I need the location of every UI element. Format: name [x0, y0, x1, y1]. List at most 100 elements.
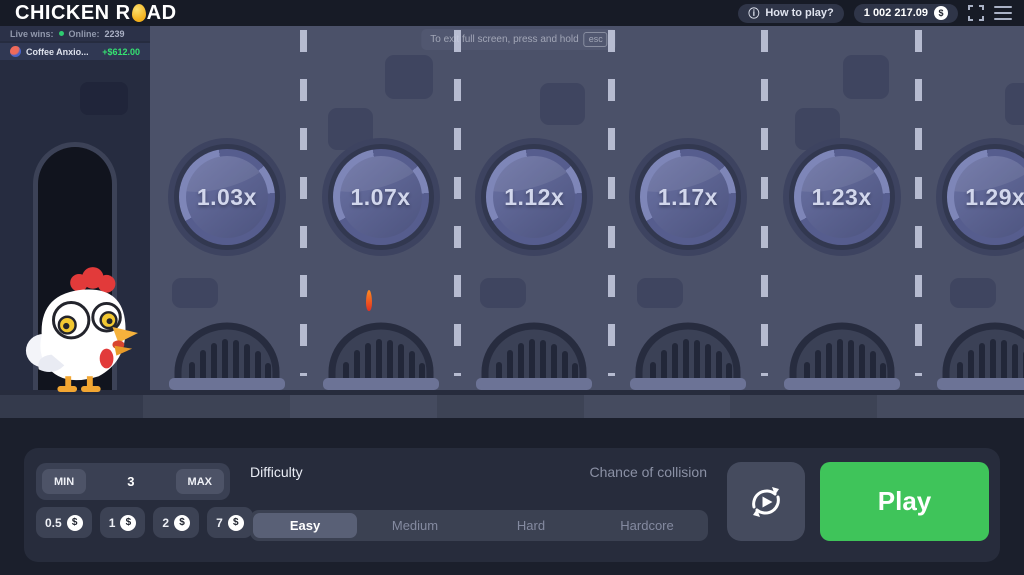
sidewalk-panel	[0, 395, 144, 418]
play-button[interactable]: Play	[820, 462, 989, 541]
online-label: Online:	[68, 28, 100, 39]
bet-amount-value[interactable]: 3	[127, 474, 134, 489]
difficulty-label: Difficulty	[250, 464, 303, 480]
live-win-list-item: Coffee Anxio... +$612.00	[0, 43, 150, 60]
autoplay-icon	[752, 486, 780, 517]
manhole-face: 1.12x	[493, 156, 576, 238]
info-icon: ⓘ	[748, 8, 760, 20]
online-dot-icon	[58, 31, 64, 36]
live-wins-label: Live wins:	[10, 28, 54, 39]
manhole-face: 1.17x	[646, 156, 729, 238]
manhole-ring: 1.03x	[178, 149, 275, 245]
manhole-ring: 1.29x	[947, 149, 1024, 245]
tab-easy[interactable]: Easy	[253, 513, 357, 538]
top-bar: CHICKEN R AD ⓘ How to play? 1 002 217.09 …	[0, 0, 1024, 26]
chicken-road-app: CHICKEN R AD ⓘ How to play? 1 002 217.09 …	[0, 0, 1024, 575]
difficulty-tabs: Easy Medium Hard Hardcore	[250, 510, 708, 541]
lane-1: 1.03x	[150, 26, 307, 390]
multiplier-manhole: 1.17x	[634, 144, 741, 250]
multiplier-value: 1.29x	[965, 183, 1024, 210]
lane-4: 1.17x	[611, 26, 768, 390]
balance-value: 1 002 217.09	[863, 7, 928, 19]
chip-button-1[interactable]: 1 $	[99, 507, 146, 538]
sidewalk-panel	[730, 395, 878, 418]
multiplier-manhole: 1.03x	[173, 144, 280, 250]
chip-label: 7	[216, 515, 223, 530]
multiplier-manhole: 1.07x	[327, 144, 434, 250]
sewer-grate	[322, 322, 439, 390]
manhole-face: 1.03x	[185, 156, 268, 238]
lane-5: 1.23x	[765, 26, 922, 390]
manhole-ring: 1.07x	[332, 149, 429, 245]
balance-display[interactable]: 1 002 217.09 $	[853, 3, 958, 23]
multiplier-manhole: 1.23x	[788, 144, 895, 250]
chip-button-7[interactable]: 7 $	[207, 507, 253, 538]
fullscreen-icon	[968, 5, 984, 21]
tab-hard[interactable]: Hard	[473, 513, 589, 538]
manhole-face: 1.29x	[954, 156, 1024, 238]
chip-label: 0.5	[45, 515, 62, 530]
menu-button[interactable]	[994, 6, 1012, 20]
sewer-grate	[629, 322, 746, 390]
lanes: 1.03x 1.07x 1.12x 1.17x 1.23x 1.29x	[150, 26, 1024, 390]
max-bet-button[interactable]: MAX	[175, 469, 224, 494]
top-bar-actions: ⓘ How to play? 1 002 217.09 $	[738, 3, 1012, 23]
autoplay-button[interactable]	[727, 462, 805, 541]
sewer-grate	[476, 322, 593, 390]
avatar	[10, 46, 21, 57]
lane-3: 1.12x	[457, 26, 615, 390]
chicken-character	[25, 267, 139, 392]
sidewalk-panel	[877, 395, 1024, 418]
logo-text-left: CHICKEN R	[15, 1, 131, 24]
bet-amount-box: MIN 3 MAX	[36, 463, 230, 500]
how-to-play-button[interactable]: ⓘ How to play?	[738, 3, 844, 23]
tab-medium[interactable]: Medium	[357, 513, 473, 538]
currency-coin-icon: $	[227, 514, 244, 531]
min-bet-button[interactable]: MIN	[42, 469, 87, 494]
sidewalk-panel	[583, 395, 731, 418]
sidewalk-panel	[436, 395, 584, 418]
currency-coin-icon: $	[66, 514, 83, 531]
live-wins-header: Live wins: Online: 2239	[0, 26, 150, 41]
fullscreen-button[interactable]	[968, 5, 984, 21]
game-road: To exit full screen, press and hold esc …	[150, 26, 1024, 390]
logo-text-right: AD	[146, 1, 177, 24]
sidewalk-panel	[143, 395, 291, 418]
egg-icon	[131, 4, 146, 22]
sewer-grate	[937, 322, 1024, 390]
manhole-ring: 1.12x	[486, 149, 583, 245]
multiplier-value: 1.23x	[811, 183, 872, 210]
menu-icon	[994, 6, 1012, 20]
chip-label: 2	[162, 515, 170, 530]
sidewalk-panel	[290, 395, 437, 418]
winner-amount: +$612.00	[102, 46, 140, 57]
multiplier-value: 1.17x	[657, 183, 718, 210]
chip-button-2[interactable]: 2 $	[153, 507, 200, 538]
tab-hardcore[interactable]: Hardcore	[589, 513, 705, 538]
multiplier-value: 1.07x	[350, 183, 411, 210]
chip-button-0.5[interactable]: 0.5 $	[36, 507, 92, 538]
manhole-ring: 1.23x	[793, 149, 890, 245]
lane-6: 1.29x	[918, 26, 1024, 390]
flame-decor	[366, 290, 372, 311]
multiplier-value: 1.12x	[504, 183, 565, 210]
multiplier-manhole: 1.29x	[942, 144, 1024, 250]
app-logo: CHICKEN R AD	[15, 2, 177, 25]
online-count: 2239	[104, 28, 125, 39]
sewer-grate	[168, 322, 285, 390]
control-panel: MIN 3 MAX 0.5 $ 1 $ 2 $ 7 $ Difficulty C…	[24, 448, 1000, 562]
currency-coin-icon: $	[120, 514, 137, 531]
manhole-face: 1.07x	[339, 156, 422, 238]
chip-label: 1	[108, 515, 116, 530]
lane-2: 1.07x	[304, 26, 461, 390]
manhole-ring: 1.17x	[639, 149, 736, 245]
multiplier-value: 1.03x	[196, 183, 257, 210]
live-wins-sidebar: Live wins: Online: 2239 Coffee Anxio... …	[0, 26, 150, 392]
winner-name: Coffee Anxio...	[26, 46, 89, 57]
chip-buttons: 0.5 $ 1 $ 2 $ 7 $	[36, 507, 253, 538]
sewer-grate	[783, 322, 900, 390]
currency-coin-icon: $	[934, 6, 948, 20]
sidebar-decor-rect	[80, 82, 128, 115]
multiplier-manhole: 1.12x	[481, 144, 588, 250]
chance-of-collision-label: Chance of collision	[589, 464, 707, 480]
